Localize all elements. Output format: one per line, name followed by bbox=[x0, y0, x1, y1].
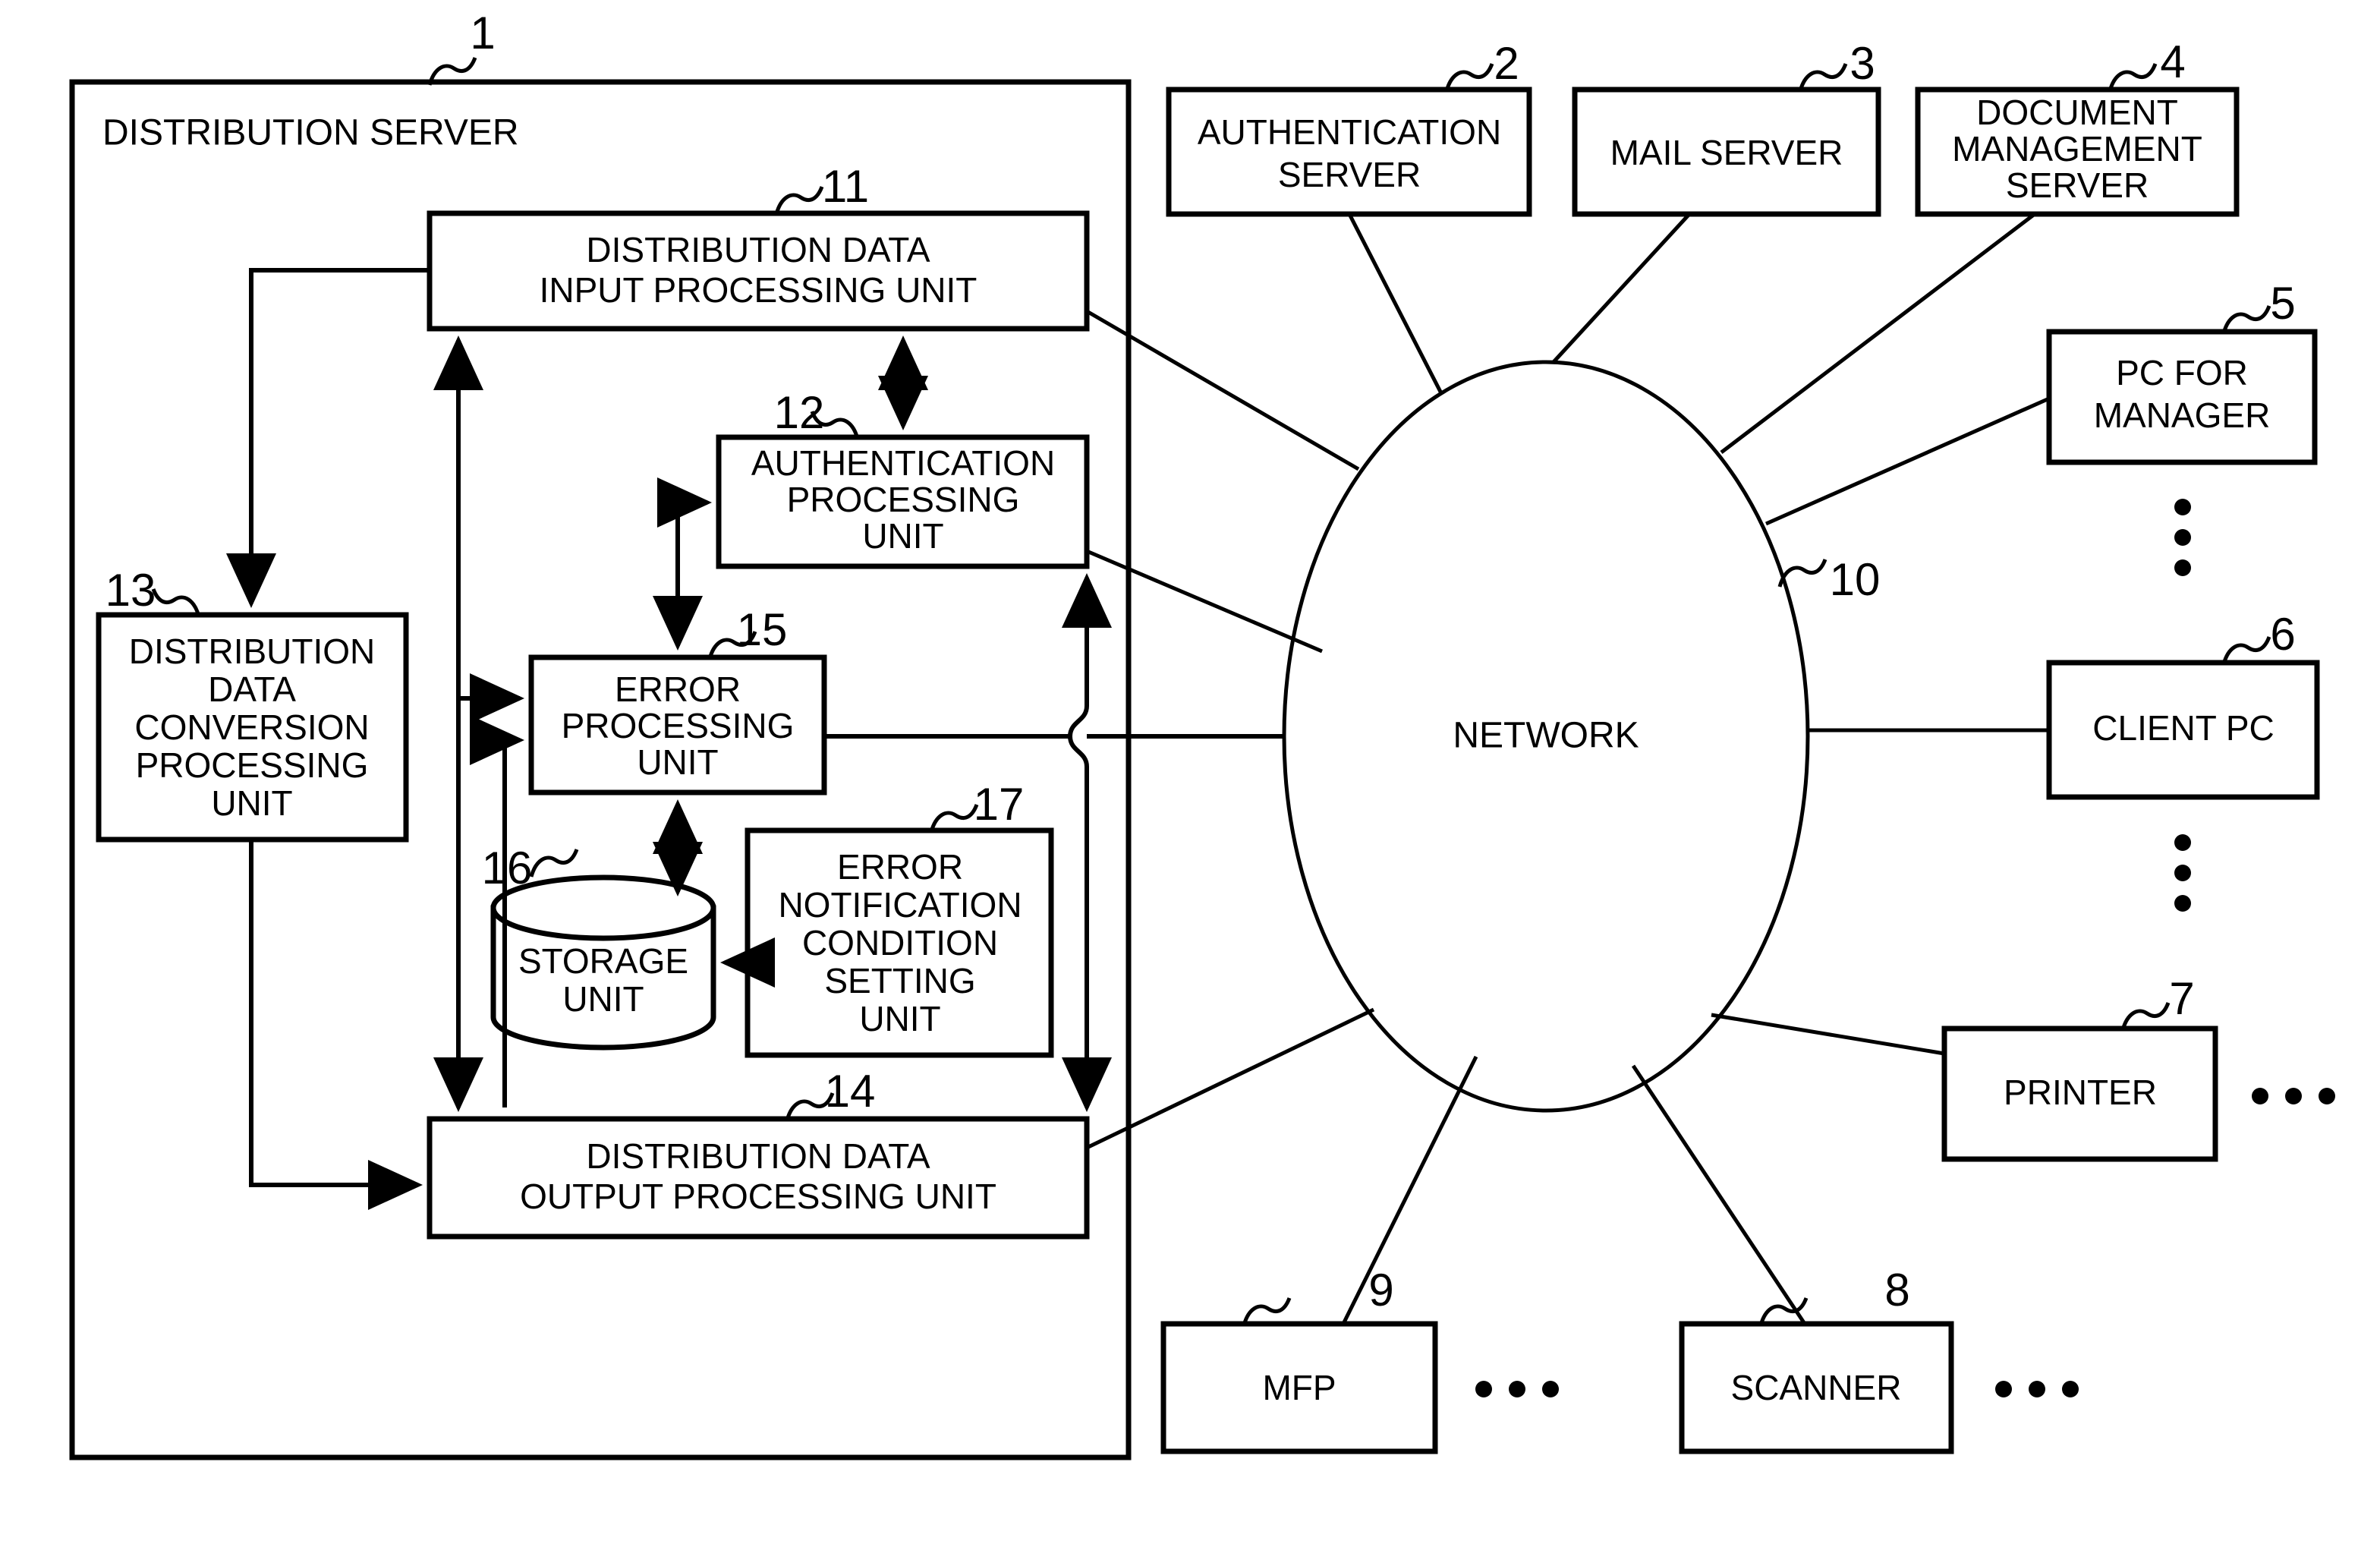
unit-17-label-line3: CONDITION bbox=[802, 923, 998, 963]
unit-13-label-line1: DISTRIBUTION bbox=[129, 632, 376, 671]
node-9-label-line1: MFP bbox=[1262, 1368, 1336, 1407]
unit-14-label-line1: DISTRIBUTION DATA bbox=[586, 1136, 930, 1176]
ref-number-9: 9 bbox=[1368, 1265, 1393, 1315]
unit-14-label-line2: OUTPUT PROCESSING UNIT bbox=[520, 1177, 996, 1216]
ref-number-6: 6 bbox=[2270, 609, 2295, 660]
node-3-label-line1: MAIL SERVER bbox=[1610, 133, 1843, 172]
unit-13-label-line5: UNIT bbox=[211, 783, 292, 823]
horizontal-ellipsis-printer bbox=[2252, 1088, 2335, 1104]
unit-15-label-line3: UNIT bbox=[637, 742, 718, 782]
unit-11-label-line2: INPUT PROCESSING UNIT bbox=[540, 270, 978, 310]
unit-17-label-line4: SETTING bbox=[824, 961, 975, 1000]
ref-number-2: 2 bbox=[1494, 38, 1519, 89]
ref-number-13: 13 bbox=[105, 565, 156, 616]
ref-number-11: 11 bbox=[822, 161, 869, 212]
unit-13-label-line3: CONVERSION bbox=[134, 707, 369, 747]
vertical-ellipsis-right-lower bbox=[2174, 834, 2191, 912]
ref-number-5: 5 bbox=[2270, 278, 2295, 329]
unit-16-label-line2: UNIT bbox=[562, 979, 644, 1019]
horizontal-ellipsis-mfp bbox=[1475, 1381, 1559, 1397]
diagram-canvas: DISTRIBUTION SERVER 1 DISTRIBUTION DATA … bbox=[69, 8, 2335, 1460]
ref-number-3: 3 bbox=[1850, 38, 1875, 89]
link-node7-network bbox=[1711, 1013, 1945, 1056]
node-2-label-line1: AUTHENTICATION bbox=[1198, 112, 1501, 152]
unit-17-label-line2: NOTIFICATION bbox=[778, 885, 1022, 925]
ref-number-8: 8 bbox=[1884, 1265, 1909, 1315]
unit-16-label-line1: STORAGE bbox=[518, 941, 688, 981]
unit-13-label-line4: PROCESSING bbox=[136, 745, 369, 785]
link-node5-network bbox=[1765, 396, 2051, 526]
node-4-label-line2: MANAGEMENT bbox=[1952, 129, 2202, 169]
ref-number-7: 7 bbox=[2169, 973, 2194, 1024]
node-8-label-line1: SCANNER bbox=[1731, 1368, 1902, 1407]
node-6-label-line1: CLIENT PC bbox=[2092, 708, 2274, 748]
ref-number-12: 12 bbox=[774, 387, 825, 438]
ref-number-15: 15 bbox=[737, 604, 788, 655]
unit-12-label-line1: AUTHENTICATION bbox=[751, 443, 1055, 483]
node-4-label-line1: DOCUMENT bbox=[1976, 93, 2178, 132]
patent-figure: DISTRIBUTION SERVER 1 DISTRIBUTION DATA … bbox=[0, 0, 2380, 1547]
link-node8-network bbox=[1631, 1064, 1807, 1325]
link-node3-network bbox=[1551, 213, 1691, 364]
link-node9-network bbox=[1341, 1055, 1478, 1325]
link-node2-network bbox=[1347, 213, 1444, 396]
unit-12-label-line2: PROCESSING bbox=[787, 480, 1020, 519]
node-2-label-line2: SERVER bbox=[1278, 155, 1421, 194]
link-node4-network bbox=[1720, 213, 2036, 454]
node-4-label-line3: SERVER bbox=[2006, 165, 2149, 205]
unit-15-label-line1: ERROR bbox=[615, 670, 741, 709]
vertical-ellipsis-right-upper bbox=[2174, 499, 2191, 576]
unit-15-label-line2: PROCESSING bbox=[562, 706, 795, 745]
ref-number-10: 10 bbox=[1830, 554, 1881, 605]
node-5-label-line1: PC FOR bbox=[2116, 353, 2248, 392]
unit-17-label-line5: UNIT bbox=[859, 999, 940, 1038]
horizontal-ellipsis-scanner bbox=[1995, 1381, 2079, 1397]
distribution-server-title: DISTRIBUTION SERVER bbox=[102, 113, 519, 153]
unit-11-label-line1: DISTRIBUTION DATA bbox=[586, 230, 930, 269]
unit-13-label-line2: DATA bbox=[208, 670, 296, 709]
unit-12-label-line3: UNIT bbox=[862, 516, 943, 556]
unit-17-label-line1: ERROR bbox=[837, 847, 963, 887]
network-label: NETWORK bbox=[1453, 716, 1639, 756]
ref-number-4: 4 bbox=[2160, 36, 2185, 87]
ref-number-1: 1 bbox=[470, 8, 495, 58]
node-7-label-line1: PRINTER bbox=[2004, 1073, 2157, 1112]
ref-number-17: 17 bbox=[974, 779, 1025, 830]
node-5-label-line2: MANAGER bbox=[2094, 395, 2271, 435]
ref-number-14: 14 bbox=[825, 1066, 876, 1117]
